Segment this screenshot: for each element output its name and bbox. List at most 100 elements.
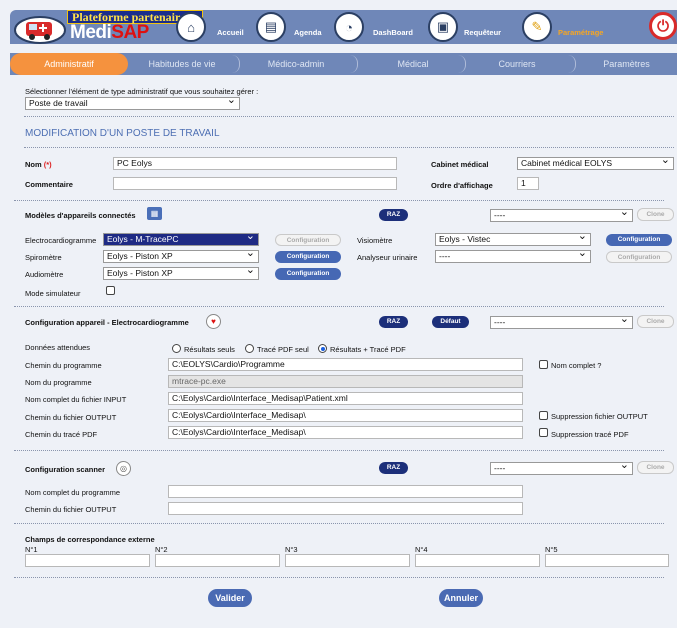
ambulance-logo-icon: [14, 12, 66, 44]
annuler-button[interactable]: Annuler: [439, 589, 483, 607]
pie-chart-icon: ◔: [334, 12, 364, 42]
divider: [14, 306, 664, 307]
simu-checkbox[interactable]: [106, 286, 115, 295]
output-file-input[interactable]: C:\Eolys\Cardio\Interface_Medisap\: [168, 409, 523, 422]
nom-complet-label: Nom complet ?: [551, 361, 602, 370]
scanner-output-label: Chemin du fichier OUTPUT: [25, 505, 117, 514]
divider: [14, 450, 664, 451]
ecg-preset-select[interactable]: ----: [490, 316, 633, 329]
spiro-config-button[interactable]: Configuration: [275, 251, 341, 263]
ext-field-3-input[interactable]: [285, 554, 410, 567]
scanner-icon: ◎: [116, 461, 131, 476]
tools-icon: ✎: [522, 12, 552, 42]
ext-field-2-input[interactable]: [155, 554, 280, 567]
audio-label: Audiomètre: [25, 270, 64, 279]
scanner-preset-select[interactable]: ----: [490, 462, 633, 475]
donnees-label: Données attendues: [25, 343, 91, 352]
ordre-input[interactable]: 1: [517, 177, 539, 190]
nom-prog-label: Nom du programme: [25, 378, 92, 387]
tab-courriers[interactable]: Courriers: [466, 53, 568, 75]
cabinet-select[interactable]: Cabinet médical EOLYS: [517, 157, 674, 170]
simu-label: Mode simulateur: [25, 289, 81, 298]
heart-icon: ♥: [206, 314, 221, 329]
urin-select[interactable]: ----: [435, 250, 591, 263]
tab-habitudes-de-vie[interactable]: Habitudes de vie: [128, 53, 236, 75]
ext-field-1-input[interactable]: [25, 554, 150, 567]
ecg-config-button[interactable]: Configuration: [275, 234, 341, 246]
divider: [14, 200, 664, 201]
divider: [14, 523, 664, 524]
radio-resultats-seuls[interactable]: [172, 344, 181, 353]
ecg-defaut-button[interactable]: Défaut: [432, 316, 469, 328]
element-type-select[interactable]: Poste de travail: [25, 97, 240, 110]
ext-field-4-input[interactable]: [415, 554, 540, 567]
ext-field-2-label: N°2: [155, 545, 168, 554]
visio-config-button[interactable]: Configuration: [606, 234, 672, 246]
urin-config-button[interactable]: Configuration: [606, 251, 672, 263]
ext-field-3-label: N°3: [285, 545, 298, 554]
spiro-select[interactable]: Eolys - Piston XP: [103, 250, 259, 263]
scanner-title: Configuration scanner: [25, 465, 106, 474]
tab-medical[interactable]: Médical: [358, 53, 468, 75]
audio-config-button[interactable]: Configuration: [275, 268, 341, 280]
radio-trace-pdf-seul[interactable]: [245, 344, 254, 353]
ext-field-5-input[interactable]: [545, 554, 669, 567]
input-file-label: Nom complet du fichier INPUT: [25, 395, 127, 404]
devices-preset-select[interactable]: ----: [490, 209, 633, 222]
tab-bar: Administratif Habitudes de vie Médico-ad…: [10, 53, 677, 75]
scanner-prog-input[interactable]: [168, 485, 523, 498]
tab-parametres[interactable]: Paramètres: [576, 53, 677, 75]
scanner-prog-label: Nom complet du programme: [25, 488, 121, 497]
spiro-label: Spiromètre: [25, 253, 62, 262]
pdf-path-label: Chemin du tracé PDF: [25, 430, 98, 439]
audio-select[interactable]: Eolys - Piston XP: [103, 267, 259, 280]
pdf-path-input[interactable]: C:\Eolys\Cardio\Interface_Medisap\: [168, 426, 523, 439]
chemin-prog-input[interactable]: C:\EOLYS\Cardio\Programme: [168, 358, 523, 371]
scanner-output-input[interactable]: [168, 502, 523, 515]
radio-resultats-trace[interactable]: [318, 344, 327, 353]
ecg-raz-button[interactable]: RAZ: [379, 316, 408, 328]
devices-clone-button[interactable]: Clone: [637, 208, 674, 221]
ecg-config-title: Configuration appareil - Electrocardiogr…: [25, 318, 189, 327]
scanner-clone-button[interactable]: Clone: [637, 461, 674, 474]
element-type-label: Sélectionner l'élément de type administr…: [25, 87, 259, 96]
input-file-input[interactable]: C:\Eolys\Cardio\Interface_Medisap\Patien…: [168, 392, 523, 405]
nom-prog-input[interactable]: mtrace-pc.exe: [168, 375, 523, 388]
nom-label: Nom (*): [25, 160, 52, 169]
nom-complet-checkbox[interactable]: [539, 360, 548, 369]
devices-title: Modèles d'appareils connectés: [25, 211, 136, 220]
visio-select[interactable]: Eolys - Vistec: [435, 233, 591, 246]
page-title: MODIFICATION D'UN POSTE DE TRAVAIL: [25, 128, 220, 139]
visio-label: Visiomètre: [357, 236, 393, 245]
tab-administratif[interactable]: Administratif: [10, 53, 128, 75]
ordre-label: Ordre d'affichage: [431, 181, 493, 190]
commentaire-input[interactable]: [113, 177, 397, 190]
nom-input[interactable]: PC Eolys: [113, 157, 397, 170]
ext-field-5-label: N°5: [545, 545, 558, 554]
supp-pdf-checkbox[interactable]: [539, 428, 548, 437]
scanner-raz-button[interactable]: RAZ: [379, 462, 408, 474]
divider: [24, 147, 674, 148]
medisap-logo: MediSAP: [70, 22, 149, 43]
tab-medico-admin[interactable]: Médico-admin: [240, 53, 352, 75]
printer-icon: ▣: [428, 12, 458, 42]
output-file-label: Chemin du fichier OUTPUT: [25, 413, 117, 422]
power-icon[interactable]: ⏻: [649, 12, 677, 40]
ecg-select[interactable]: Eolys - M-TracePC: [103, 233, 259, 246]
supp-pdf-label: Suppression tracé PDF: [551, 430, 629, 439]
divider: [14, 577, 664, 578]
tab-separator: [568, 55, 576, 73]
devices-raz-button[interactable]: RAZ: [379, 209, 408, 221]
supp-output-checkbox[interactable]: [539, 411, 548, 420]
radio-resultats-trace-label: Résultats + Tracé PDF: [330, 345, 406, 354]
radio-resultats-seuls-label: Résultats seuls: [184, 345, 235, 354]
divider: [24, 116, 674, 117]
valider-button[interactable]: Valider: [208, 589, 252, 607]
notebook-icon: ▤: [256, 12, 286, 42]
radio-trace-pdf-seul-label: Tracé PDF seul: [257, 345, 309, 354]
external-title: Champs de correspondance externe: [25, 535, 155, 544]
home-icon: ⌂: [176, 12, 206, 42]
ecg-clone-button[interactable]: Clone: [637, 315, 674, 328]
commentaire-label: Commentaire: [25, 180, 73, 189]
ext-field-1-label: N°1: [25, 545, 38, 554]
